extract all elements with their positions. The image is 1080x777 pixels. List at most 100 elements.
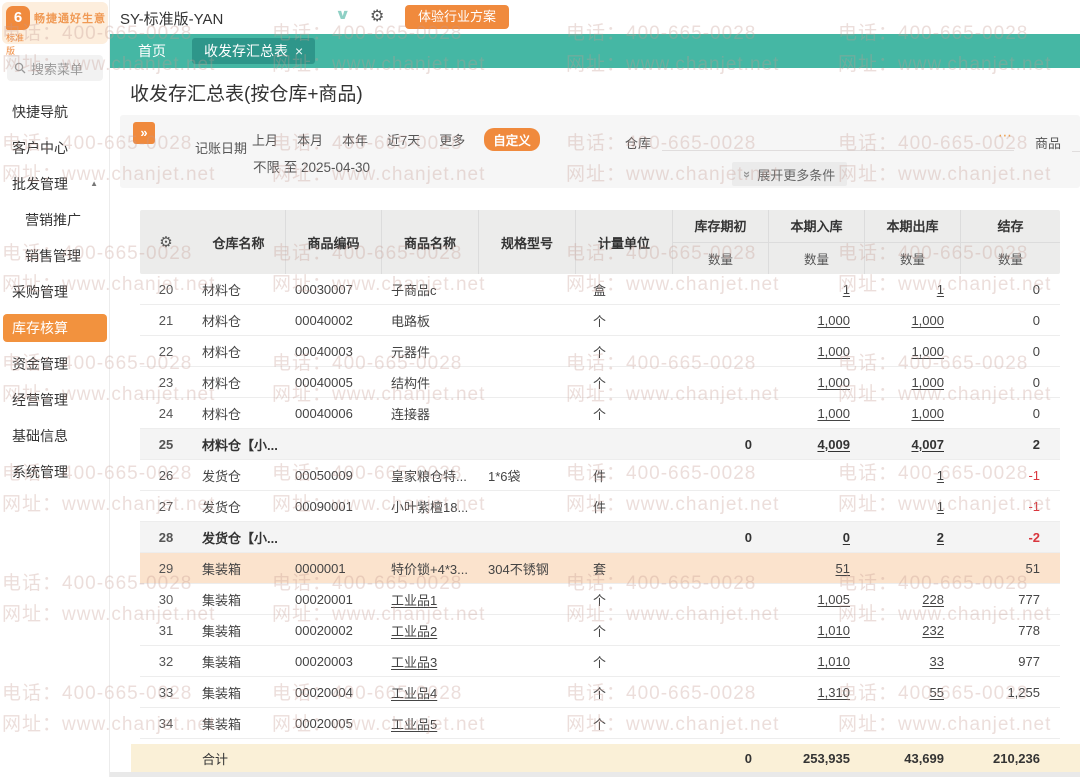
product-name-link[interactable]: 工业品4 bbox=[391, 686, 437, 701]
industry-solution-button[interactable]: 体验行业方案 bbox=[405, 5, 509, 29]
qty-link[interactable]: 1 bbox=[937, 499, 944, 514]
column-header-仓库名称: 仓库名称 bbox=[192, 210, 285, 274]
qty-link[interactable]: 1,000 bbox=[911, 375, 944, 390]
product-input[interactable] bbox=[1072, 151, 1080, 152]
sidebar-item-批发管理[interactable]: 批发管理▲ bbox=[0, 166, 110, 202]
cell-in-qty: 51 bbox=[768, 561, 864, 576]
qty-link[interactable]: 2 bbox=[937, 530, 944, 545]
table-header: ⚙仓库名称商品编码商品名称规格型号计量单位库存期初数量本期入库数量本期出库数量结… bbox=[140, 210, 1060, 274]
qty-link[interactable]: 1,000 bbox=[911, 313, 944, 328]
date-quick-本月[interactable]: 本月 bbox=[297, 130, 323, 149]
cell-warehouse: 集装箱 bbox=[192, 652, 285, 671]
table-row[interactable]: 24材料仓00040006连接器个1,0001,0000 bbox=[140, 398, 1060, 429]
qty-link[interactable]: 1,000 bbox=[817, 375, 850, 390]
cell-product-name: 工业品1 bbox=[381, 590, 478, 609]
product-name-text: 元器件 bbox=[391, 345, 430, 360]
qty-link[interactable]: 1,010 bbox=[817, 654, 850, 669]
column-group-本期入库: 本期入库数量 bbox=[768, 210, 864, 274]
product-name-link[interactable]: 工业品1 bbox=[391, 593, 437, 608]
close-icon[interactable]: × bbox=[295, 38, 303, 64]
cell-product-name: 连接器 bbox=[381, 404, 478, 423]
qty-value: 0 bbox=[1033, 406, 1040, 421]
warehouse-more-icon[interactable]: ⋯ bbox=[998, 127, 1013, 144]
table-row[interactable]: 30集装箱00020001工业品1个1,005228777 bbox=[140, 584, 1060, 615]
product-name-link[interactable]: 工业品5 bbox=[391, 717, 437, 732]
table-row[interactable]: 20材料仓00030007子商品c盒110 bbox=[140, 274, 1060, 305]
column-settings-gear-icon[interactable]: ⚙ bbox=[159, 233, 172, 251]
sidebar-item-快捷导航[interactable]: 快捷导航 bbox=[0, 94, 110, 130]
menu-search-input[interactable]: 搜索菜单 bbox=[7, 55, 103, 81]
qty-link[interactable]: 228 bbox=[922, 592, 944, 607]
sidebar-item-采购管理[interactable]: 采购管理 bbox=[0, 274, 110, 310]
cell-unit: 个 bbox=[575, 652, 672, 671]
panel-collapse-button[interactable]: » bbox=[133, 122, 155, 144]
qty-link[interactable]: 4,007 bbox=[911, 437, 944, 452]
table-row[interactable]: 23材料仓00040005结构件个1,0001,0000 bbox=[140, 367, 1060, 398]
table-row[interactable]: 32集装箱00020003工业品3个1,01033977 bbox=[140, 646, 1060, 677]
table-row[interactable]: 29集装箱0000001特价锁+4*3...304不锈钢套5151 bbox=[140, 553, 1060, 584]
sidebar-item-客户中心[interactable]: 客户中心 bbox=[0, 130, 110, 166]
table-row[interactable]: 27发货仓00090001小叶紫檀18...件1-1 bbox=[140, 491, 1060, 522]
qty-link[interactable]: 1,000 bbox=[817, 313, 850, 328]
date-quick-更多[interactable]: 更多 bbox=[439, 130, 465, 149]
qty-link[interactable]: 1 bbox=[937, 468, 944, 483]
qty-link[interactable]: 1 bbox=[937, 282, 944, 297]
qty-link[interactable]: 1,000 bbox=[911, 406, 944, 421]
sidebar-item-资金管理[interactable]: 资金管理 bbox=[0, 346, 110, 382]
qty-link[interactable]: 1,000 bbox=[817, 344, 850, 359]
date-quick-上月[interactable]: 上月 bbox=[252, 130, 278, 149]
cell-end-qty: 977 bbox=[960, 654, 1060, 669]
date-quick-本年[interactable]: 本年 bbox=[342, 130, 368, 149]
qty-link[interactable]: 0 bbox=[843, 530, 850, 545]
cell-warehouse: 集装箱 bbox=[192, 621, 285, 640]
cell-out-qty: 1 bbox=[864, 499, 960, 514]
sidebar-item-经营管理[interactable]: 经营管理 bbox=[0, 382, 110, 418]
date-range-value[interactable]: 不限 至 2025-04-30 bbox=[253, 156, 370, 176]
chevron-down-icon[interactable]: ∨ bbox=[335, 6, 351, 23]
qty-link[interactable]: 55 bbox=[930, 685, 944, 700]
cell-row-number: 34 bbox=[140, 716, 192, 731]
table-row[interactable]: 26发货仓00050009皇家粮仓特...1*6袋件1-1 bbox=[140, 460, 1060, 491]
cell-product-code: 00030007 bbox=[285, 282, 381, 297]
date-custom-button[interactable]: 自定义 bbox=[484, 128, 540, 151]
qty-link[interactable]: 1,000 bbox=[911, 344, 944, 359]
collapse-up-icon[interactable]: ▲ bbox=[90, 166, 98, 202]
warehouse-input[interactable] bbox=[662, 123, 1014, 151]
tab-report[interactable]: 收发存汇总表× bbox=[192, 38, 315, 64]
table-row[interactable]: 33集装箱00020004工业品4个1,310551,255 bbox=[140, 677, 1060, 708]
date-quick-近7天[interactable]: 近7天 bbox=[387, 130, 420, 149]
table-row[interactable]: 22材料仓00040003元器件个1,0001,0000 bbox=[140, 336, 1060, 367]
cell-end-qty: -1 bbox=[960, 468, 1060, 483]
qty-value: 0 bbox=[745, 530, 752, 545]
cell-row-number: 23 bbox=[140, 375, 192, 390]
qty-link[interactable]: 4,009 bbox=[817, 437, 850, 452]
table-row[interactable]: 28发货仓【小...002-2 bbox=[140, 522, 1060, 553]
table-body: 20材料仓00030007子商品c盒11021材料仓00040002电路板个1,… bbox=[140, 274, 1060, 739]
product-name-link[interactable]: 工业品3 bbox=[391, 655, 437, 670]
qty-link[interactable]: 1 bbox=[843, 282, 850, 297]
sidebar-item-库存核算[interactable]: 库存核算 bbox=[3, 314, 107, 342]
sidebar-item-销售管理[interactable]: 销售管理 bbox=[0, 238, 110, 274]
settings-gear-icon[interactable]: ⚙ bbox=[370, 6, 384, 26]
qty-link[interactable]: 1,310 bbox=[817, 685, 850, 700]
product-name-link[interactable]: 工业品2 bbox=[391, 624, 437, 639]
product-name-text: 皇家粮仓特... bbox=[391, 469, 467, 484]
tab-home[interactable]: 首页 bbox=[126, 38, 178, 64]
sidebar-item-基础信息[interactable]: 基础信息 bbox=[0, 418, 110, 454]
sidebar-item-营销推广[interactable]: 营销推广 bbox=[0, 202, 110, 238]
expand-more-conditions-button[interactable]: » 展开更多条件 bbox=[732, 162, 847, 186]
horizontal-scrollbar[interactable] bbox=[0, 772, 1080, 777]
table-row[interactable]: 34集装箱00020005工业品5个 bbox=[140, 708, 1060, 739]
qty-link[interactable]: 1,000 bbox=[817, 406, 850, 421]
qty-link[interactable]: 51 bbox=[836, 561, 850, 576]
qty-link[interactable]: 232 bbox=[922, 623, 944, 638]
qty-link[interactable]: 33 bbox=[930, 654, 944, 669]
qty-link[interactable]: 1,005 bbox=[817, 592, 850, 607]
table-row[interactable]: 25材料仓【小...04,0094,0072 bbox=[140, 429, 1060, 460]
table-row[interactable]: 31集装箱00020002工业品2个1,010232778 bbox=[140, 615, 1060, 646]
sidebar-item-系统管理[interactable]: 系统管理 bbox=[0, 454, 110, 490]
cell-end-qty: 1,255 bbox=[960, 685, 1060, 700]
table-row[interactable]: 21材料仓00040002电路板个1,0001,0000 bbox=[140, 305, 1060, 336]
qty-link[interactable]: 1,010 bbox=[817, 623, 850, 638]
total-end-qty: 210,236 bbox=[960, 751, 1060, 766]
